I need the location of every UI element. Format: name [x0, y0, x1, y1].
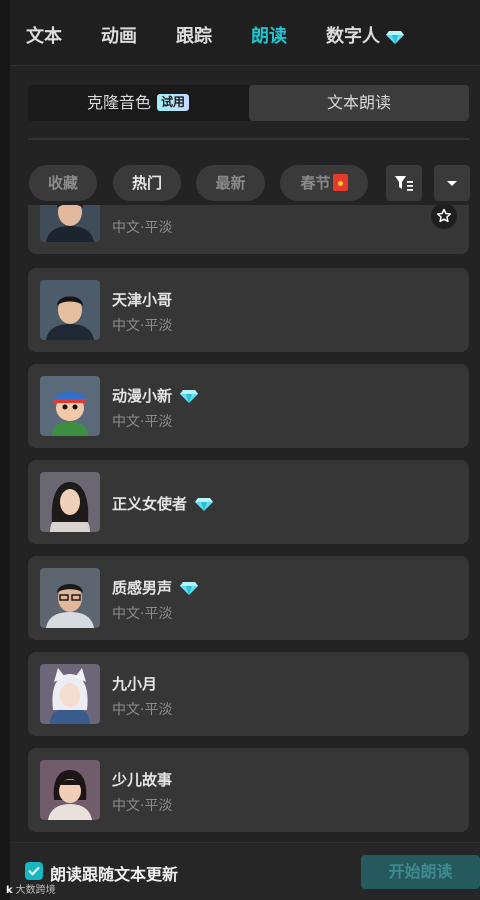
trial-badge: 试用 [157, 94, 190, 111]
avatar [40, 472, 100, 532]
check-icon [28, 867, 40, 876]
filter-spring-festival[interactable]: 春节 [280, 165, 368, 201]
follow-text-label[interactable]: 朗读跟随文本更新 [50, 861, 178, 885]
filter-sort-button[interactable] [386, 165, 422, 201]
more-filters-dropdown[interactable] [434, 165, 470, 201]
favorite-star-button[interactable] [431, 205, 457, 229]
diamond-icon [195, 497, 214, 515]
filter-favorites[interactable]: 收藏 [29, 165, 97, 201]
voice-tag: 中文·平淡 [112, 606, 173, 622]
top-tab-bar: 文本 动画 跟踪 朗读 数字人 [10, 0, 480, 66]
tab-digital-human[interactable]: 数字人 [326, 22, 404, 49]
chevron-down-icon [447, 181, 457, 186]
voice-name-text: 正义女使者 [112, 495, 188, 513]
watermark-logo: k [6, 885, 13, 896]
tab-tracking[interactable]: 跟踪 [176, 22, 212, 48]
voice-name: 天津小哥 [112, 291, 173, 309]
voice-tag: 中文·平淡 [112, 702, 173, 718]
filter-spring-festival-label: 春节 [300, 174, 331, 192]
voice-card[interactable]: 动漫小新 中文·平淡 [28, 364, 469, 448]
red-packet-icon [332, 174, 348, 191]
clone-voice-option[interactable]: 克隆音色 试用 [28, 85, 248, 121]
filter-popular[interactable]: 热门 [113, 165, 181, 201]
filter-icon [395, 176, 413, 191]
diamond-icon [180, 581, 199, 599]
avatar [40, 376, 100, 436]
tab-read-aloud[interactable]: 朗读 [251, 22, 287, 48]
avatar [40, 280, 100, 340]
avatar [40, 205, 100, 242]
voice-name-text: 质感男声 [112, 579, 173, 597]
voice-name: 九小月 [112, 675, 158, 693]
voice-card[interactable]: 少儿故事 中文·平淡 [28, 748, 469, 832]
voice-name: 正义女使者 [112, 493, 214, 515]
voice-card[interactable]: 中文·平淡 [28, 205, 469, 254]
footer-bar: 朗读跟随文本更新 开始朗读 [10, 842, 480, 900]
voice-tag: 中文·平淡 [112, 414, 173, 430]
text-to-speech-panel: 文本 动画 跟踪 朗读 数字人 克隆音色 试用 文本朗读 收藏 热门 最新 春节 … [10, 0, 480, 900]
follow-text-checkbox[interactable] [25, 862, 43, 880]
avatar [40, 760, 100, 820]
voice-tag: 中文·平淡 [112, 318, 173, 334]
voice-tag: 中文·平淡 [112, 220, 173, 236]
voice-name: 动漫小新 [112, 385, 199, 407]
watermark: k 大数跨境 [6, 881, 56, 896]
voice-mode-switch: 克隆音色 试用 文本朗读 [28, 85, 469, 121]
tab-digital-human-label: 数字人 [326, 26, 380, 47]
filter-newest[interactable]: 最新 [196, 165, 265, 201]
start-reading-button[interactable]: 开始朗读 [361, 855, 480, 889]
voice-card[interactable]: 正义女使者 [28, 460, 469, 544]
voice-list[interactable]: 中文·平淡 天津小哥 中文·平淡 动漫小新 中文·平淡 正义女使者 质感男声 中… [10, 205, 480, 837]
voice-card[interactable]: 天津小哥 中文·平淡 [28, 268, 469, 352]
voice-name: 少儿故事 [112, 771, 173, 789]
diamond-icon [386, 28, 404, 49]
text-reading-option[interactable]: 文本朗读 [249, 85, 469, 121]
star-icon [436, 208, 452, 223]
tab-text[interactable]: 文本 [26, 22, 62, 48]
avatar [40, 568, 100, 628]
watermark-text: 大数跨境 [15, 885, 56, 896]
voice-tag: 中文·平淡 [112, 798, 173, 814]
voice-card[interactable]: 质感男声 中文·平淡 [28, 556, 469, 640]
clone-voice-label: 克隆音色 [86, 93, 151, 112]
voice-card[interactable]: 九小月 中文·平淡 [28, 652, 469, 736]
voice-name: 质感男声 [112, 577, 199, 599]
tab-animation[interactable]: 动画 [101, 22, 137, 48]
voice-name-text: 动漫小新 [112, 387, 173, 405]
section-divider [28, 138, 469, 140]
diamond-icon [180, 389, 199, 407]
avatar [40, 664, 100, 724]
